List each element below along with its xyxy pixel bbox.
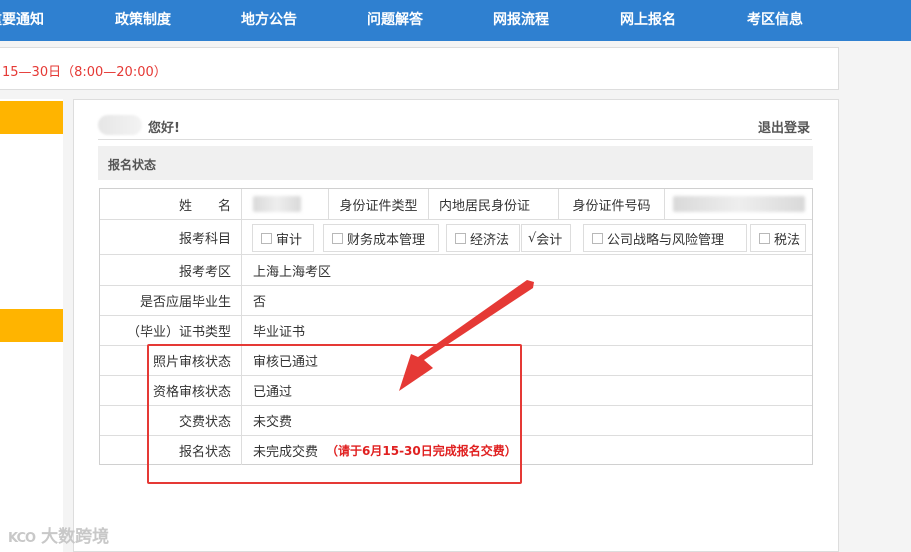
- watermark: KCO 大数跨境: [8, 522, 109, 547]
- watermark-text: 大数跨境: [41, 527, 110, 547]
- annotation-arrow-icon: [399, 280, 534, 391]
- watermark-logo: KCO: [8, 531, 36, 546]
